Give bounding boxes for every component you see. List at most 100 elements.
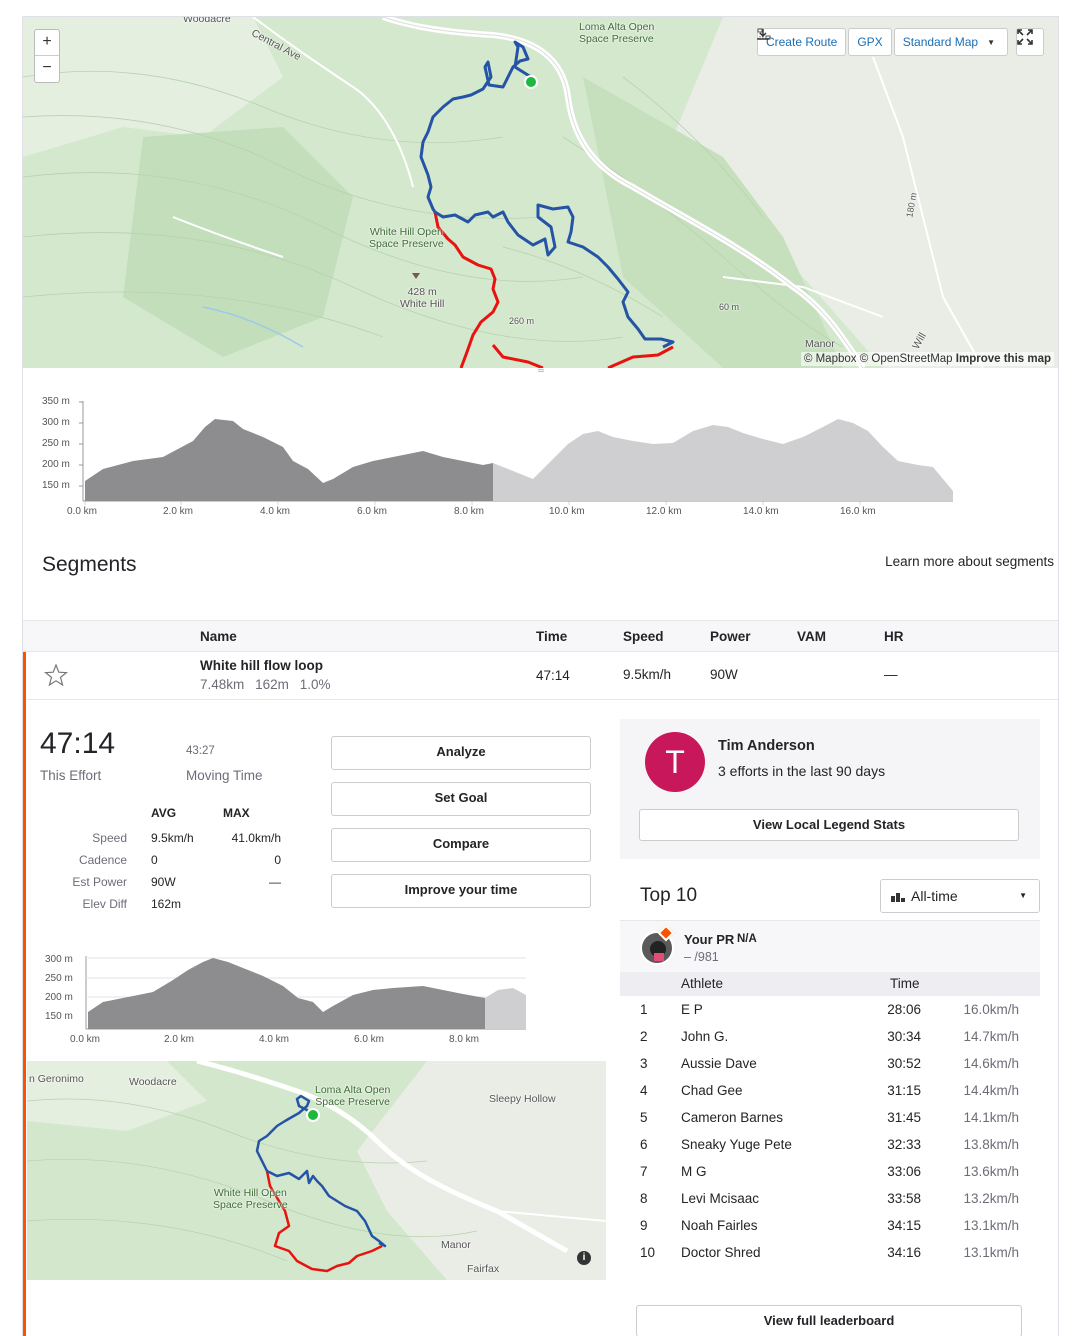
leaderboard-row[interactable]: 8 Levi Mcisaac 33:58 13.2km/h <box>620 1185 1040 1212</box>
leaderboard-filter-dropdown[interactable]: All-time ▼ <box>880 879 1040 913</box>
map-label-peak-elevation: 428 m <box>407 286 437 298</box>
lb-time[interactable]: 30:52 <box>875 1056 921 1071</box>
lb-speed: 14.1km/h <box>950 1110 1019 1125</box>
leaderboard-row[interactable]: 6 Sneaky Yuge Pete 32:33 13.8km/h <box>620 1131 1040 1158</box>
lb-athlete-link[interactable]: Levi Mcisaac <box>681 1191 759 1206</box>
leaderboard-row[interactable]: 9 Noah Fairles 34:15 13.1km/h <box>620 1212 1040 1239</box>
segment-elevation-chart[interactable]: 300 m 250 m 200 m 150 m 0.0 km 2.0 km 4.… <box>23 940 563 1060</box>
lb-athlete-link[interactable]: E P <box>681 1002 703 1017</box>
elev-y-tick: 300 m <box>42 417 70 428</box>
map-label-loma-alta-line1: Loma Alta Open <box>579 21 655 33</box>
lb-speed-value: 13.2 <box>963 1191 990 1206</box>
lb-speed-unit: km/h <box>989 1218 1019 1233</box>
col-vam[interactable]: VAM <box>797 629 826 644</box>
fullscreen-button[interactable] <box>1016 28 1044 56</box>
map-label-contour-60: 60 m <box>719 302 740 312</box>
improve-time-button[interactable]: Improve your time <box>331 874 591 908</box>
lb-time[interactable]: 32:33 <box>875 1137 921 1152</box>
lb-athlete-link[interactable]: M G <box>681 1164 707 1179</box>
zoom-out-button[interactable]: − <box>35 56 59 82</box>
lb-athlete-link[interactable]: John G. <box>681 1029 728 1044</box>
lb-time[interactable]: 33:06 <box>875 1164 921 1179</box>
map-label-peak-name: White Hill <box>400 298 445 310</box>
map-type-dropdown[interactable]: Standard Map ▼ <box>893 28 1008 56</box>
lb-speed-unit: km/h <box>989 1110 1019 1125</box>
lb-rank: 6 <box>640 1137 648 1152</box>
leaderboard-row[interactable]: 1 E P 28:06 16.0km/h <box>620 996 1040 1023</box>
lb-speed: 16.0km/h <box>950 1002 1019 1017</box>
learn-more-segments-link[interactable]: Learn more about segments <box>885 554 1054 569</box>
small-map-label-wh-line2: Space Preserve <box>213 1199 288 1211</box>
col-power[interactable]: Power <box>710 629 751 644</box>
compare-button[interactable]: Compare <box>331 828 591 862</box>
col-hr[interactable]: HR <box>884 629 904 644</box>
lb-time[interactable]: 33:58 <box>875 1191 921 1206</box>
view-local-legend-button[interactable]: View Local Legend Stats <box>639 809 1019 841</box>
map-label-contour-260: 260 m <box>509 316 535 326</box>
lb-athlete-link[interactable]: Cameron Barnes <box>681 1110 783 1125</box>
col-name[interactable]: Name <box>200 629 237 644</box>
caret-down-icon: ▼ <box>987 37 995 47</box>
leaderboard-row[interactable]: 4 Chad Gee 31:15 14.4km/h <box>620 1077 1040 1104</box>
segment-elevation-profile <box>85 956 526 1030</box>
segment-elev-x-tick: 2.0 km <box>164 1034 195 1045</box>
lb-time[interactable]: 31:45 <box>875 1110 921 1125</box>
info-icon[interactable]: i <box>577 1251 591 1265</box>
leaderboard-row[interactable]: 3 Aussie Dave 30:52 14.6km/h <box>620 1050 1040 1077</box>
lb-time[interactable]: 30:34 <box>875 1029 921 1044</box>
small-map-label-sleepy: Sleepy Hollow <box>489 1093 556 1105</box>
segment-elev-y-tick: 200 m <box>45 992 73 1003</box>
lb-rank: 7 <box>640 1164 648 1179</box>
leaderboard-row[interactable]: 2 John G. 30:34 14.7km/h <box>620 1023 1040 1050</box>
effort-time: 47:14 <box>40 727 116 760</box>
leaderboard-header: Athlete Time <box>620 972 1040 996</box>
lb-time[interactable]: 34:15 <box>875 1218 921 1233</box>
segment-grade-unit: % <box>318 677 331 692</box>
view-full-leaderboard-button[interactable]: View full leaderboard <box>636 1305 1022 1336</box>
map-resize-handle[interactable]: ═ <box>533 367 549 375</box>
col-time[interactable]: Time <box>536 629 567 644</box>
elev-y-tick: 350 m <box>42 396 70 407</box>
leaderboard-row[interactable]: 10 Doctor Shred 34:16 13.1km/h <box>620 1239 1040 1266</box>
col-athlete: Athlete <box>681 976 724 991</box>
max-header: MAX <box>223 806 250 820</box>
small-map-label-geronimo: n Geronimo <box>29 1073 84 1085</box>
map-label-loma-alta: Loma Alta Open Space Preserve <box>579 21 654 45</box>
elevation-chart[interactable]: 350 m 300 m 250 m 200 m 150 m 0.0 km 2.0… <box>23 389 1058 529</box>
star-icon[interactable] <box>44 664 68 686</box>
lb-athlete-link[interactable]: Noah Fairles <box>681 1218 758 1233</box>
segment-elev-x-tick: 8.0 km <box>449 1034 480 1045</box>
set-goal-button[interactable]: Set Goal <box>331 782 591 816</box>
analyze-button[interactable]: Analyze <box>331 736 591 770</box>
leaderboard-row[interactable]: 5 Cameron Barnes 31:45 14.1km/h <box>620 1104 1040 1131</box>
map-type-label: Standard Map <box>902 35 979 49</box>
lb-athlete-link[interactable]: Aussie Dave <box>681 1056 757 1071</box>
legend-avatar[interactable]: T <box>645 732 705 792</box>
lb-time[interactable]: 34:16 <box>875 1245 921 1260</box>
segment-speed-value: 9.5 <box>623 667 642 682</box>
leaderboard-row[interactable]: 7 M G 33:06 13.6km/h <box>620 1158 1040 1185</box>
segment-map[interactable]: n Geronimo Woodacre Loma Alta Open Space… <box>27 1061 606 1280</box>
elev-x-tick: 10.0 km <box>549 506 585 517</box>
lb-speed-value: 13.6 <box>963 1164 990 1179</box>
lb-time[interactable]: 28:06 <box>875 1002 921 1017</box>
lb-time[interactable]: 31:15 <box>875 1083 921 1098</box>
segment-name-link[interactable]: White hill flow loop <box>200 658 323 673</box>
avg-header: AVG <box>151 806 177 820</box>
route-map[interactable]: Woodacre Central Ave Loma Alta Open Spac… <box>23 17 1058 368</box>
legend-name[interactable]: Tim Anderson <box>718 738 815 754</box>
segment-row[interactable]: White hill flow loop 7.48km 162m 1.0% 47… <box>23 652 1058 700</box>
segment-elev-x-tick: 0.0 km <box>70 1034 101 1045</box>
small-map-label-white-hill: White Hill Open Space Preserve <box>213 1187 288 1211</box>
lb-athlete-link[interactable]: Sneaky Yuge Pete <box>681 1137 792 1152</box>
lb-athlete-link[interactable]: Doctor Shred <box>681 1245 761 1260</box>
lb-speed-value: 14.1 <box>963 1110 990 1125</box>
lb-athlete-link[interactable]: Chad Gee <box>681 1083 743 1098</box>
col-speed[interactable]: Speed <box>623 629 664 644</box>
expand-icon <box>1017 29 1033 45</box>
gpx-button[interactable]: GPX <box>757 28 892 56</box>
elev-x-tick: 12.0 km <box>646 506 682 517</box>
zoom-in-button[interactable]: + <box>35 30 59 56</box>
improve-map-link[interactable]: Improve this map <box>956 353 1051 365</box>
create-route-button[interactable]: Create Route <box>756 28 847 56</box>
